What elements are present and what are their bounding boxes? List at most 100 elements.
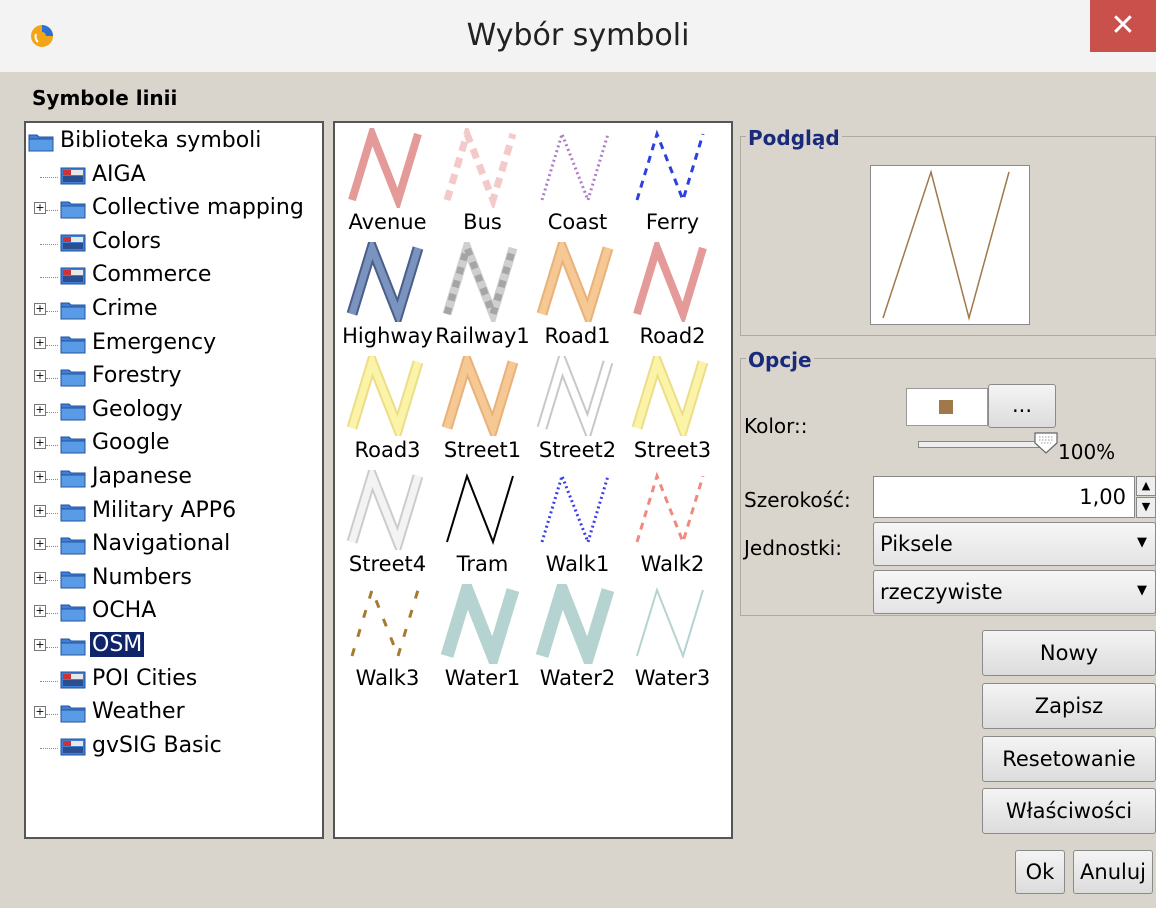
reset-button[interactable]: Resetowanie — [982, 736, 1156, 782]
symbol-preview-icon — [540, 471, 610, 547]
expand-icon[interactable]: + — [34, 370, 46, 383]
folder-icon — [60, 705, 86, 723]
symbol-cell[interactable]: Coast — [530, 126, 625, 240]
expand-icon[interactable]: + — [34, 336, 46, 349]
symbol-cell[interactable]: Road1 — [530, 240, 625, 354]
tree-item[interactable]: Colors — [26, 228, 322, 260]
preview-canvas — [870, 165, 1030, 325]
opacity-slider[interactable] — [918, 441, 1046, 448]
expand-icon[interactable]: + — [34, 639, 46, 651]
color-field[interactable] — [906, 388, 988, 426]
tree-item-label: Numbers — [92, 564, 192, 590]
spinner-down-icon[interactable]: ▼ — [1136, 497, 1156, 518]
expand-icon[interactable]: + — [34, 571, 46, 584]
ok-button[interactable]: Ok — [1015, 850, 1065, 894]
tree-item[interactable]: + Collective mapping — [26, 194, 322, 226]
symbol-cell[interactable]: Street1 — [435, 354, 530, 468]
expand-icon[interactable]: + — [34, 538, 46, 551]
folder-icon — [60, 336, 86, 354]
close-button[interactable]: ✕ — [1090, 0, 1156, 52]
folder-icon — [60, 369, 86, 387]
symbol-cell[interactable]: Avenue — [340, 126, 435, 240]
expand-icon[interactable]: + — [34, 605, 46, 618]
tree-item-label: Emergency — [92, 329, 217, 355]
tree-item[interactable]: Biblioteka symboli — [26, 127, 322, 159]
units-select-value: Piksele — [880, 532, 953, 556]
tree-item[interactable]: + OCHA — [26, 597, 322, 629]
tree-item[interactable]: + Crime — [26, 295, 322, 327]
units-select[interactable]: Piksele ▼ — [873, 522, 1156, 566]
chevron-down-icon: ▼ — [1137, 583, 1147, 598]
tree-item-label: Biblioteka symboli — [60, 128, 262, 153]
tree-item[interactable]: AIGA — [26, 161, 322, 193]
symbol-cell[interactable]: Tram — [435, 468, 530, 582]
color-picker-button[interactable]: ... — [988, 384, 1056, 428]
width-spinner[interactable]: ▲ ▼ — [1136, 476, 1156, 518]
symbol-name: Street1 — [443, 438, 522, 462]
symbol-cell[interactable]: Street2 — [530, 354, 625, 468]
symbol-preview-icon — [540, 129, 610, 205]
symbol-name: Bus — [463, 210, 502, 234]
expand-icon[interactable]: + — [34, 437, 46, 450]
properties-button[interactable]: Właściwości — [982, 788, 1156, 834]
tree-item[interactable]: + Military APP6 — [26, 497, 322, 529]
new-button[interactable]: Nowy — [982, 630, 1156, 676]
units-mode-select[interactable]: rzeczywiste ▼ — [873, 570, 1156, 614]
symbol-preview-icon — [633, 242, 707, 322]
opacity-slider-thumb-icon[interactable] — [1034, 432, 1058, 454]
tree-item[interactable]: gvSIG Basic — [26, 732, 322, 764]
width-field[interactable]: 1,00 — [873, 476, 1135, 518]
cancel-button[interactable]: Anuluj — [1073, 850, 1153, 894]
symbol-cell[interactable]: Road3 — [340, 354, 435, 468]
tree-connector — [46, 579, 58, 581]
spinner-up-icon[interactable]: ▲ — [1136, 476, 1156, 496]
expand-icon[interactable]: + — [34, 202, 46, 215]
expand-icon[interactable]: + — [34, 303, 46, 315]
tree-connector — [40, 680, 58, 682]
tree-connector — [40, 747, 58, 749]
tree-item[interactable]: + Google — [26, 429, 322, 461]
symbol-cell[interactable]: Water2 — [530, 582, 625, 696]
symbol-preview-icon — [348, 128, 422, 208]
tree-item[interactable]: + Emergency — [26, 329, 322, 361]
tree-item[interactable]: POI Cities — [26, 665, 322, 697]
tree-item-label: Geology — [92, 396, 183, 422]
save-button[interactable]: Zapisz — [982, 683, 1156, 729]
symbol-cell[interactable]: Walk2 — [625, 468, 720, 582]
symbol-cell[interactable]: Ferry — [625, 126, 720, 240]
symbol-cell[interactable]: Street3 — [625, 354, 720, 468]
tree-item[interactable]: + Navigational — [26, 530, 322, 562]
symbol-cell[interactable]: Bus — [435, 126, 530, 240]
tree-item[interactable]: + OSM — [26, 631, 322, 663]
symbol-cell[interactable]: Walk1 — [530, 468, 625, 582]
symbol-file-icon — [60, 738, 86, 756]
expand-icon[interactable]: + — [34, 471, 46, 483]
library-tree[interactable]: Biblioteka symboli AIGA + Collective mappin… — [24, 121, 324, 839]
tree-item[interactable]: + Weather — [26, 698, 322, 730]
tree-item[interactable]: + Japanese — [26, 463, 322, 495]
tree-connector — [46, 479, 58, 480]
symbol-cell[interactable]: Walk3 — [340, 582, 435, 696]
tree-connector — [46, 714, 58, 716]
tree-item[interactable]: + Forestry — [26, 362, 322, 394]
color-swatch — [939, 400, 953, 414]
symbol-cell[interactable]: Road2 — [625, 240, 720, 354]
expand-icon[interactable]: + — [34, 504, 46, 517]
folder-icon — [60, 537, 86, 555]
expand-icon[interactable]: + — [34, 403, 46, 416]
tree-item[interactable]: Commerce — [26, 261, 322, 293]
tree-item[interactable]: + Geology — [26, 396, 322, 428]
symbol-cell[interactable]: Water1 — [435, 582, 530, 696]
symbol-cell[interactable]: Water3 — [625, 582, 720, 696]
section-title: Symbole linii — [32, 86, 178, 110]
expand-icon[interactable]: + — [34, 706, 46, 719]
symbol-preview-icon — [441, 356, 519, 436]
symbol-cell[interactable]: Street4 — [340, 468, 435, 582]
symbol-cell[interactable]: Railway1 — [435, 240, 530, 354]
symbol-name: Road1 — [544, 324, 611, 348]
symbol-grid[interactable]: Avenue Bus Coast Ferry Highway Railway1 Road1 R… — [333, 121, 733, 839]
symbol-cell[interactable]: Highway — [340, 240, 435, 354]
symbol-preview-icon — [346, 470, 424, 550]
tree-item-label: Crime — [92, 296, 158, 321]
tree-item[interactable]: + Numbers — [26, 564, 322, 596]
